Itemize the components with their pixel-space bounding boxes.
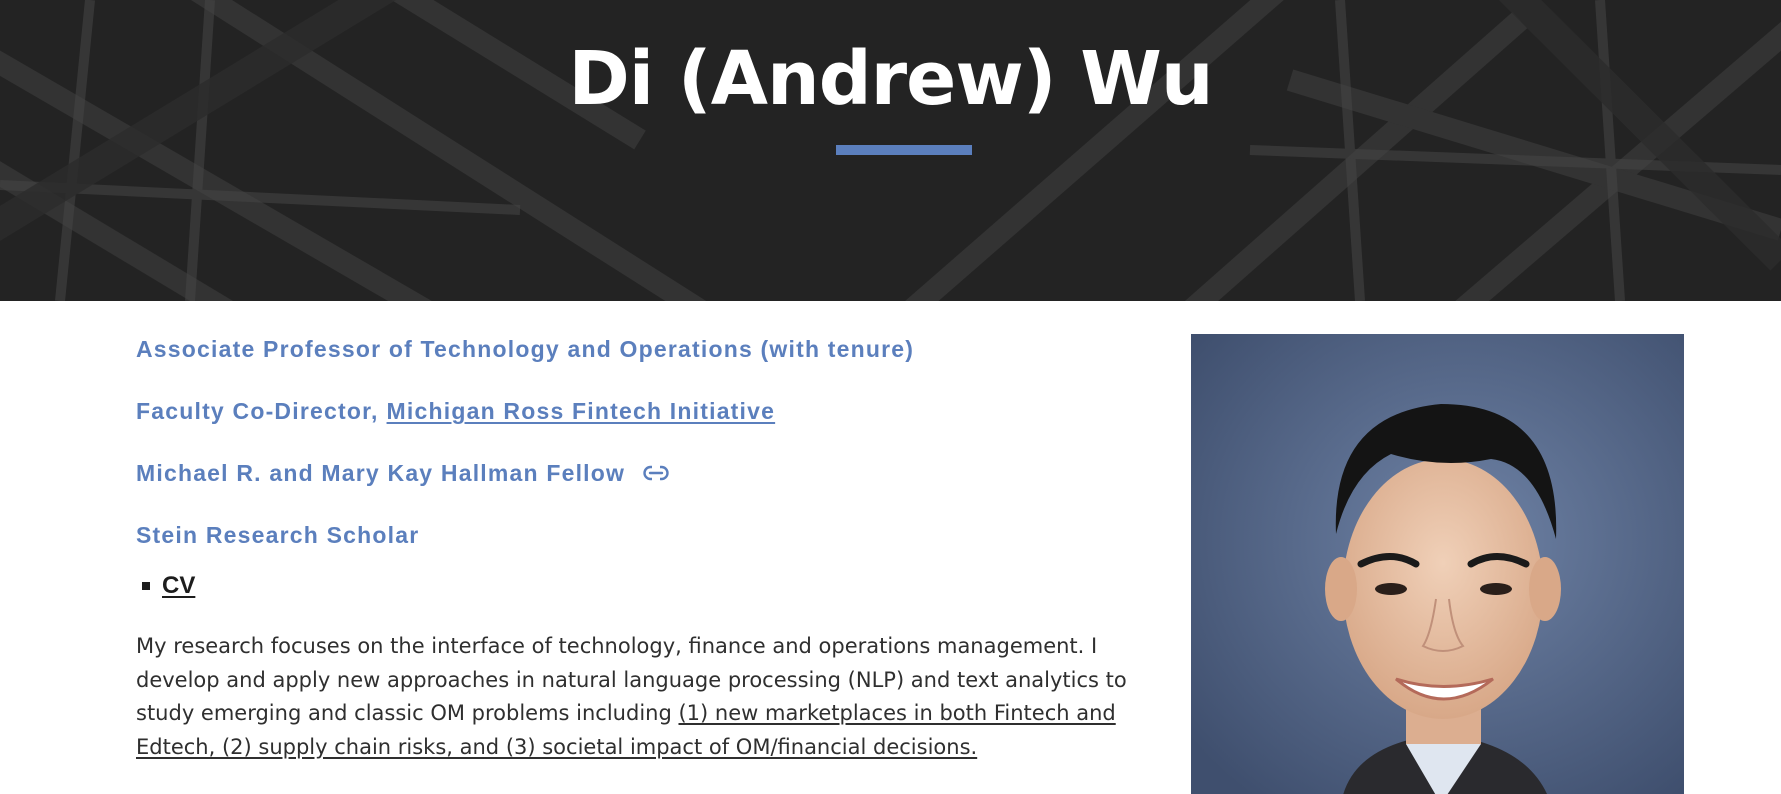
role-scholar-text: Stein Research Scholar (136, 522, 420, 548)
square-bullet-icon (142, 582, 150, 590)
role-codirector: Faculty Co-Director, Michigan Ross Finte… (136, 396, 1146, 426)
profile-content: Associate Professor of Technology and Op… (136, 334, 1146, 764)
link-icon[interactable] (643, 465, 669, 481)
role-fellow: Michael R. and Mary Kay Hallman Fellow (136, 458, 1146, 488)
list-item: CV (136, 570, 1146, 602)
hero-banner: Di (Andrew) Wu (0, 0, 1781, 301)
cv-link[interactable]: CV (162, 570, 195, 602)
role-title: Associate Professor of Technology and Op… (136, 334, 1146, 364)
role-fellow-text: Michael R. and Mary Kay Hallman Fellow (136, 460, 626, 486)
role-scholar: Stein Research Scholar (136, 520, 1146, 550)
role-title-text: Associate Professor of Technology and Op… (136, 336, 915, 362)
page-title: Di (Andrew) Wu (568, 36, 1213, 122)
profile-photo (1191, 334, 1684, 794)
research-bio: My research focuses on the interface of … (136, 630, 1146, 764)
cv-list: CV (136, 570, 1146, 602)
fintech-initiative-link[interactable]: Michigan Ross Fintech Initiative (387, 396, 776, 426)
role-codirector-text: Faculty Co-Director, (136, 398, 379, 424)
title-underline (836, 145, 972, 155)
